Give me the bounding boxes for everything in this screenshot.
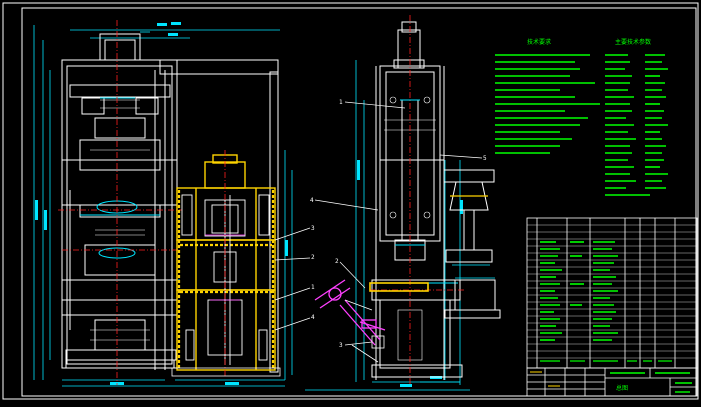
parts-list <box>526 217 698 369</box>
notes-left-title: 技术要求 <box>527 38 551 46</box>
right-leaders <box>314 101 483 346</box>
right-leader-labels: 1 4 5 2 3 <box>310 99 487 349</box>
leader-label: 2 <box>311 254 315 261</box>
front-view-left: 3 2 1 4 <box>33 20 315 387</box>
press-frame <box>61 33 279 373</box>
title-block-name: 总图 <box>616 384 628 392</box>
leader-label: 1 <box>311 284 315 291</box>
cad-drawing: 3 2 1 4 1 4 5 2 3 技术要求 主要技术参数 总图 <box>2 2 699 400</box>
leader-label: 3 <box>311 225 315 232</box>
notes-right-title: 主要技术参数 <box>615 38 651 46</box>
left-leader-labels: 3 2 1 4 <box>311 225 315 321</box>
leader-label: 1 <box>339 99 343 106</box>
leader-label: 5 <box>483 155 487 162</box>
title-block-grid <box>526 367 698 397</box>
cad-drawing-canvas: 3 2 1 4 1 4 5 2 3 技术要求 主要技术参数 总图 <box>0 0 701 403</box>
frame-details <box>90 99 150 341</box>
side-view-right: 1 4 5 2 3 <box>305 15 501 391</box>
parts-list-entries <box>540 241 618 341</box>
turntable-blue <box>452 264 495 279</box>
side-view-dimensions <box>305 60 470 391</box>
section-yellow-outline <box>176 154 276 371</box>
left-leaders <box>274 227 311 331</box>
leader-label: 4 <box>310 197 314 204</box>
leader-label: 2 <box>335 258 339 265</box>
leader-label: 3 <box>339 342 343 349</box>
front-view-blue-parts <box>80 97 160 259</box>
title-block: 总图 <box>526 367 698 397</box>
leader-label: 4 <box>311 314 315 321</box>
side-frame <box>371 21 463 380</box>
parts-list-grid <box>526 217 698 369</box>
section-base <box>171 367 281 377</box>
section-view <box>171 150 281 378</box>
turntable <box>443 169 501 319</box>
front-view-dim-text <box>35 22 288 385</box>
technical-notes: 技术要求 主要技术参数 <box>495 38 668 196</box>
handwheel-support <box>344 299 385 363</box>
notes-left-lines <box>495 54 600 154</box>
notes-right-lines <box>605 54 668 196</box>
